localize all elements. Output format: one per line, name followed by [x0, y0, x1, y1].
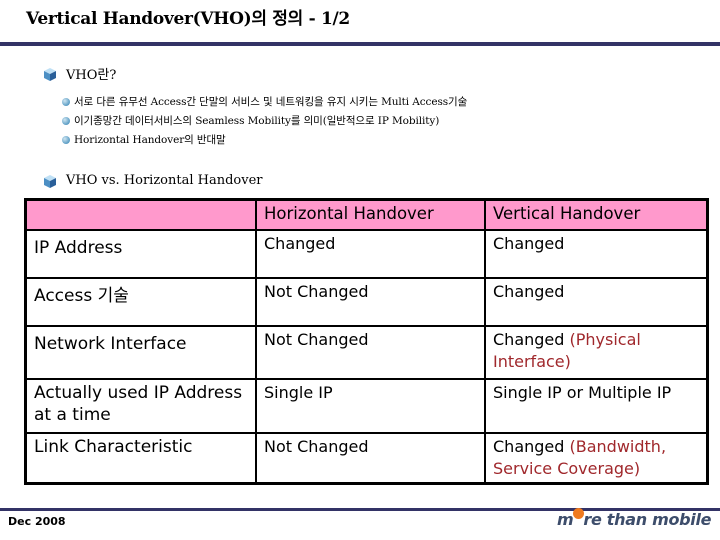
- footer-date: Dec 2008: [8, 515, 66, 528]
- table-row: Actually used IP Address at a time Singl…: [24, 378, 709, 434]
- row-attribute: Actually used IP Address at a time: [24, 378, 257, 434]
- vertical-value: Changed: [493, 234, 565, 253]
- horizontal-value: Not Changed: [255, 325, 486, 380]
- dot-bullet-icon: [62, 135, 70, 144]
- horizontal-value: Not Changed: [255, 277, 486, 327]
- vertical-cell: Changed (Bandwidth, Service Coverage): [484, 432, 709, 485]
- row-attribute: Link Characteristic: [24, 432, 257, 485]
- table-row: IP Address Changed Changed: [24, 229, 709, 279]
- brand-logo: m re than mobile: [557, 510, 712, 529]
- brand-suffix: re than mobile: [583, 510, 712, 529]
- bullet-text: Horizontal Handover의 반대말: [74, 134, 226, 146]
- bullet-item: Horizontal Handover의 반대말: [62, 132, 226, 147]
- vertical-value: Changed: [493, 437, 565, 456]
- table-header-row: Horizontal Handover Vertical Handover: [24, 198, 709, 231]
- vertical-cell: Changed: [484, 229, 709, 279]
- horizontal-value: Changed: [255, 229, 486, 279]
- vertical-value: Changed: [493, 282, 565, 301]
- cube-bullet-icon: [44, 67, 56, 81]
- table-row: Access 기술 Not Changed Changed: [24, 277, 709, 327]
- vertical-value: Single IP or Multiple IP: [493, 383, 672, 402]
- column-header-empty: [24, 198, 257, 231]
- title-divider: [0, 42, 720, 46]
- horizontal-value: Single IP: [255, 378, 486, 434]
- footer-divider: [0, 508, 560, 511]
- dot-bullet-icon: [62, 97, 70, 106]
- table-row: Link Characteristic Not Changed Changed …: [24, 432, 709, 485]
- cube-bullet-icon: [44, 174, 56, 188]
- slide-title: Vertical Handover(VHO)의 정의 - 1/2: [26, 9, 350, 29]
- section-heading: VHO란?: [66, 68, 117, 83]
- brand-prefix: m: [557, 510, 574, 529]
- vertical-cell: Changed (Physical Interface): [484, 325, 709, 380]
- table-row: Network Interface Not Changed Changed (P…: [24, 325, 709, 380]
- section-vho-vs-hho: VHO vs. Horizontal Handover: [44, 173, 263, 188]
- bullet-item: 서로 다른 유무선 Access간 단말의 서비스 및 네트워킹을 유지 시키는…: [62, 94, 467, 109]
- column-header-vertical: Vertical Handover: [484, 198, 709, 231]
- comparison-table: Horizontal Handover Vertical Handover IP…: [24, 198, 709, 485]
- bullet-item: 이기종망간 데이터서비스의 Seamless Mobility를 의미(일반적으…: [62, 113, 439, 128]
- horizontal-value: Not Changed: [255, 432, 486, 485]
- bullet-text: 서로 다른 유무선 Access간 단말의 서비스 및 네트워킹을 유지 시키는…: [74, 96, 468, 108]
- section-what-is-vho: VHO란?: [44, 64, 116, 83]
- section-heading: VHO vs. Horizontal Handover: [66, 173, 263, 188]
- vertical-cell: Single IP or Multiple IP: [484, 378, 709, 434]
- vertical-cell: Changed: [484, 277, 709, 327]
- row-attribute: IP Address: [24, 229, 257, 279]
- column-header-horizontal: Horizontal Handover: [255, 198, 486, 231]
- dot-bullet-icon: [62, 116, 70, 125]
- row-attribute: Access 기술: [24, 277, 257, 327]
- bullet-text: 이기종망간 데이터서비스의 Seamless Mobility를 의미(일반적으…: [74, 115, 440, 127]
- vertical-value: Changed: [493, 330, 565, 349]
- row-attribute: Network Interface: [24, 325, 257, 380]
